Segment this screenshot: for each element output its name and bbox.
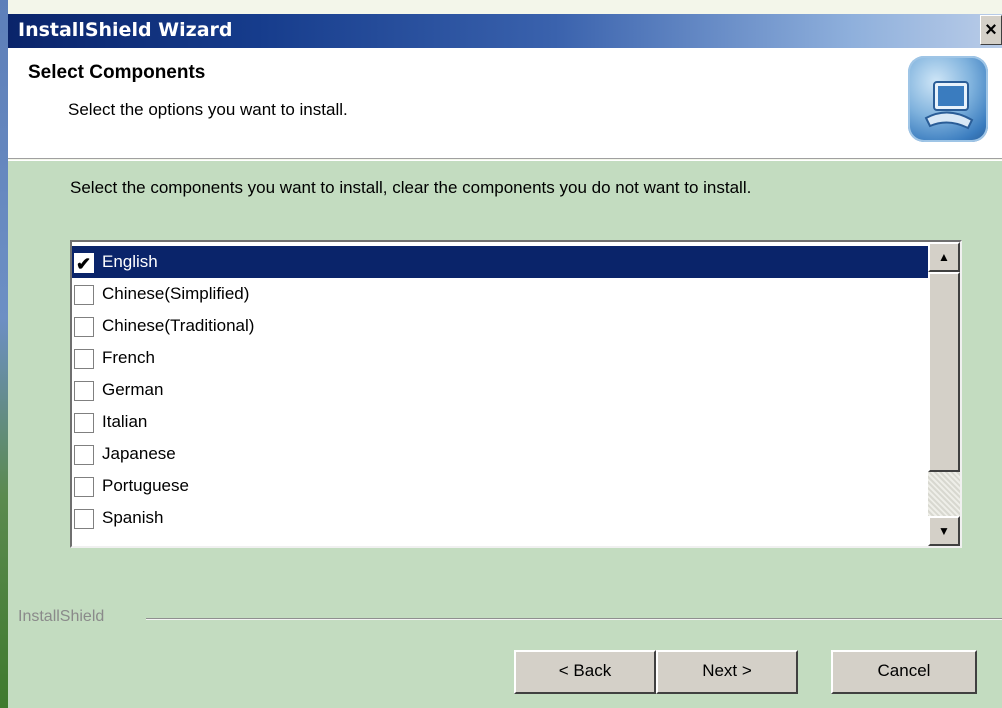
component-item[interactable]: Chinese(Traditional) xyxy=(72,310,930,342)
scroll-thumb[interactable] xyxy=(928,272,960,472)
checkbox-icon[interactable] xyxy=(74,413,94,433)
component-label: French xyxy=(102,348,155,367)
checkbox-icon[interactable] xyxy=(74,317,94,337)
component-label: Portuguese xyxy=(102,476,189,495)
next-button[interactable]: Next > xyxy=(656,650,798,694)
component-item[interactable]: French xyxy=(72,342,930,374)
scroll-down-button[interactable]: ▼ xyxy=(928,516,960,546)
close-button[interactable]: × xyxy=(980,15,1002,45)
component-item[interactable]: Japanese xyxy=(72,438,930,470)
checkbox-icon[interactable] xyxy=(74,509,94,529)
page-title: Select Components xyxy=(28,62,206,83)
component-item[interactable]: Spanish xyxy=(72,502,930,534)
components-list: ✔ English Chinese(Simplified) Chinese(Tradi… xyxy=(72,246,930,534)
component-item[interactable]: ✔ English xyxy=(72,246,930,278)
checkbox-icon[interactable] xyxy=(74,285,94,305)
page-subtitle: Select the options you want to install. xyxy=(68,100,348,119)
component-label: Spanish xyxy=(102,508,164,527)
component-item[interactable]: German xyxy=(72,374,930,406)
component-item[interactable]: Italian xyxy=(72,406,930,438)
installshield-brand: InstallShield xyxy=(18,608,105,625)
component-label: Italian xyxy=(102,412,148,431)
component-label: German xyxy=(102,380,164,399)
desktop-edge xyxy=(0,0,8,708)
component-label: Chinese(Traditional) xyxy=(102,316,255,335)
window-title: InstallShield Wizard xyxy=(18,19,233,41)
instructions-text: Select the components you want to instal… xyxy=(70,178,752,197)
wizard-header: Select Components Select the options you… xyxy=(8,48,1002,158)
vertical-scrollbar[interactable]: ▲ ▼ xyxy=(928,242,960,546)
checkbox-icon[interactable] xyxy=(74,349,94,369)
scroll-up-button[interactable]: ▲ xyxy=(928,242,960,272)
component-item[interactable]: Portuguese xyxy=(72,470,930,502)
setup-monitor-icon xyxy=(908,56,988,142)
component-label: Japanese xyxy=(102,444,176,463)
component-label: English xyxy=(102,252,158,271)
component-label: Chinese(Simplified) xyxy=(102,284,250,303)
checkmark-icon: ✔ xyxy=(76,254,92,274)
checkbox-icon[interactable] xyxy=(74,477,94,497)
components-listbox[interactable]: ✔ English Chinese(Simplified) Chinese(Tradi… xyxy=(70,240,962,548)
back-button[interactable]: < Back xyxy=(514,650,656,694)
checked-checkbox-icon[interactable]: ✔ xyxy=(74,253,94,274)
checkbox-icon[interactable] xyxy=(74,445,94,465)
component-item[interactable]: Chinese(Simplified) xyxy=(72,278,930,310)
title-bar: InstallShield Wizard × xyxy=(8,14,1002,48)
checkbox-icon[interactable] xyxy=(74,381,94,401)
cancel-button[interactable]: Cancel xyxy=(831,650,977,694)
footer-divider xyxy=(146,618,1002,620)
